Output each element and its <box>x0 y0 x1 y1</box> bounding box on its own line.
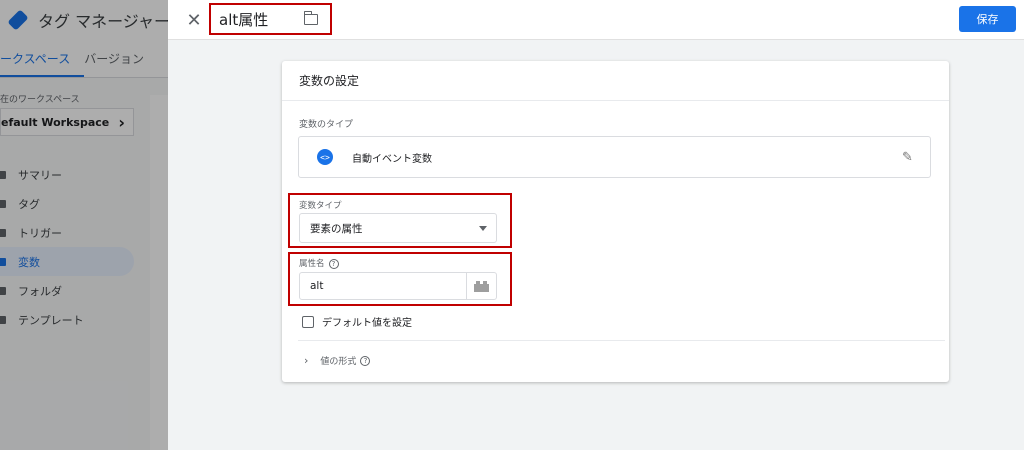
variable-type-selector[interactable]: <> 自動イベント変数 ✎ <box>298 136 931 178</box>
attribute-name-label: 属性名? <box>299 257 339 269</box>
help-icon[interactable]: ? <box>328 258 339 269</box>
pencil-icon[interactable]: ✎ <box>902 151 916 165</box>
variable-editor-panel: ✕ alt属性 保存 変数の設定 変数のタイプ <> 自動イベント変数 ✎ 変数… <box>168 0 1024 450</box>
close-icon[interactable]: ✕ <box>184 10 204 31</box>
code-icon: <> <box>317 149 333 165</box>
variable-type-name: 自動イベント変数 <box>352 153 432 165</box>
brick-icon <box>474 280 489 292</box>
attribute-name-label-text: 属性名 <box>299 259 325 269</box>
value-format-expander[interactable]: › 値の形式 ? <box>304 354 371 367</box>
value-format-label: 値の形式 <box>320 357 357 367</box>
select-value: 要素の属性 <box>310 222 363 235</box>
default-value-checkbox[interactable] <box>302 315 314 328</box>
attribute-name-value[interactable]: alt <box>300 280 466 292</box>
attribute-name-input[interactable]: alt <box>299 272 497 300</box>
variable-picker-button[interactable] <box>466 273 496 299</box>
variable-name-highlight: alt属性 <box>209 3 332 35</box>
dropdown-arrow-icon <box>479 226 487 231</box>
editor-topbar: ✕ alt属性 保存 <box>168 0 1024 40</box>
divider <box>298 340 945 341</box>
var-type-field-label: 変数タイプ <box>299 201 342 211</box>
dim-overlay[interactable] <box>0 0 168 450</box>
variable-type-section-label: 変数のタイプ <box>299 120 354 130</box>
chevron-right-icon: › <box>304 354 309 367</box>
save-button[interactable]: 保存 <box>959 6 1016 32</box>
default-value-label: デフォルト値を設定 <box>322 318 412 329</box>
element-attribute-select[interactable]: 要素の属性 <box>299 213 497 243</box>
help-icon[interactable]: ? <box>360 355 371 366</box>
card-title: 変数の設定 <box>282 61 949 101</box>
folder-icon[interactable] <box>303 11 318 25</box>
default-value-row[interactable]: デフォルト値を設定 <box>302 314 412 329</box>
variable-name-field[interactable]: alt属性 <box>219 9 268 30</box>
variable-config-card: 変数の設定 変数のタイプ <> 自動イベント変数 ✎ 変数タイプ 要素の属性 属… <box>282 61 949 382</box>
